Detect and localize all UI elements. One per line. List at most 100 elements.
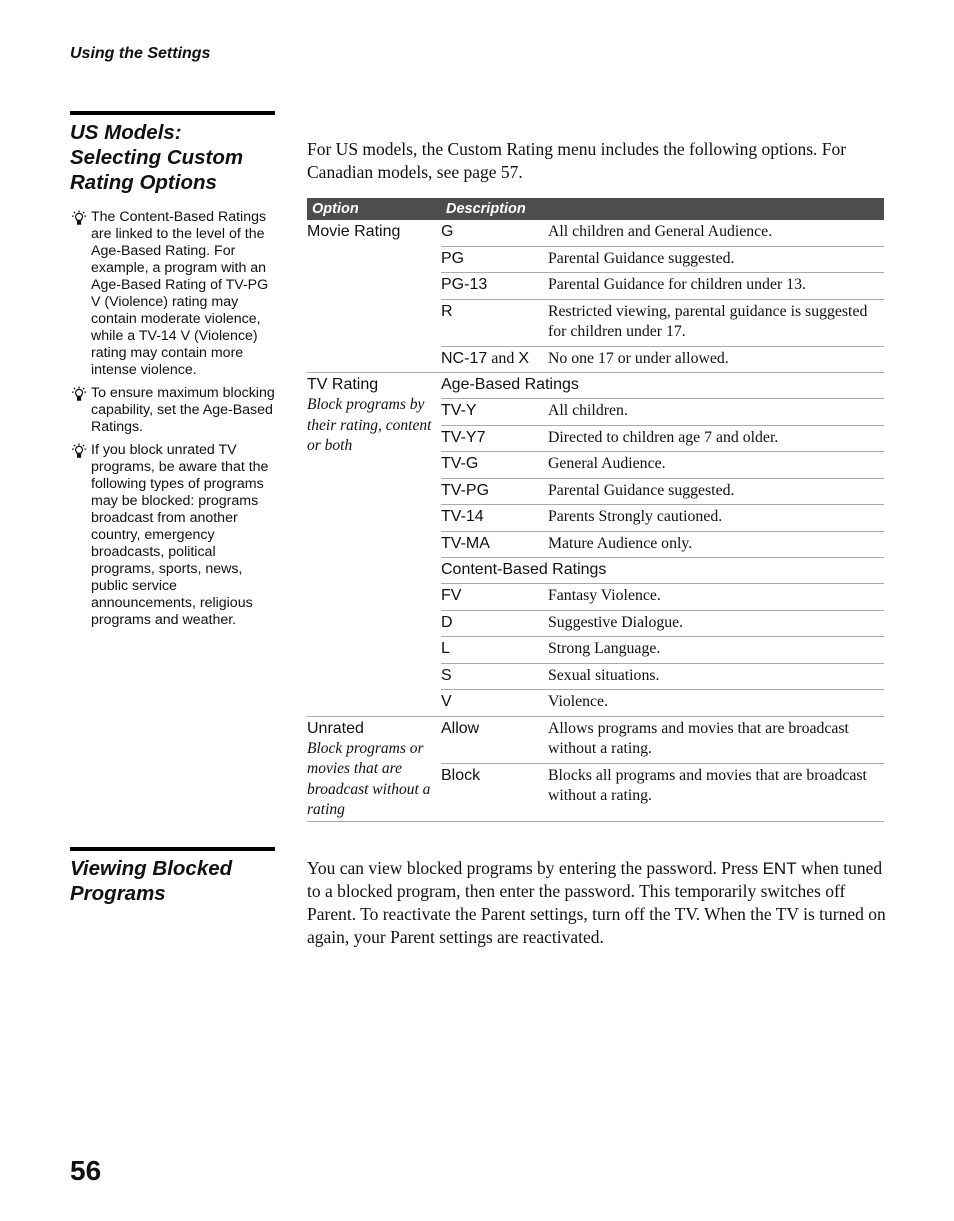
section-title-viewing-blocked: Viewing Blocked Programs [70,856,285,906]
table-row: PG-13 Parental Guidance for children unde… [441,272,884,299]
rating-code-text: TV-14 [441,508,484,525]
table-row: Age-Based Ratings [441,373,884,398]
rating-subheading: Content-Based Ratings [441,561,607,578]
table-row: TV-G General Audience. [441,451,884,478]
viewing-blocked-paragraph: You can view blocked programs by enterin… [307,857,887,949]
rating-code-text: S [441,666,452,684]
rating-code-text: G [441,223,454,240]
title-line: Viewing Blocked [70,857,233,880]
rating-description: Suggestive Dialogue. [548,613,684,631]
rating-subheading: Age-Based Ratings [441,376,579,393]
rating-code-text: D [441,613,453,631]
option-cell: Movie Rating [307,220,441,372]
section-title-custom-rating: US Models: Selecting Custom Rating Optio… [70,120,285,195]
table-row: FV Fantasy Violence. [441,583,884,610]
table-row: D Suggestive Dialogue. [441,609,884,637]
section-rule [70,847,275,851]
rating-code: S [441,664,548,690]
rating-code: TV-PG [441,479,548,505]
rating-description: Blocks all programs and movies that are … [548,766,867,805]
option-note: Block programs by their rating, content … [307,396,432,454]
table-row: NC-17 and X No one 17 or under allowed. [441,345,884,373]
description-cell: Allow Allows programs and movies that are… [441,717,884,821]
option-cell: Unrated Block programs or movies that are… [307,717,441,821]
tips-list: The Content-Based Ratings are linked to … [70,209,280,635]
table-body: Movie Rating G All children and General Au… [307,220,884,822]
table-row: TV-Y7 Directed to children age 7 and olde… [441,424,884,452]
tip-text: If you block unrated TV programs, be awa… [91,442,269,628]
table-row: PG Parental Guidance suggested. [441,245,884,273]
rating-description: Allows programs and movies that are broa… [548,719,849,758]
rating-description: All children. [548,402,628,419]
rating-code: PG [441,247,548,273]
rating-description: Parental Guidance suggested. [548,249,735,267]
rating-code: L [441,637,548,663]
table-row: Content-Based Ratings [441,557,884,583]
table-row: TV-MA Mature Audience only. [441,530,884,558]
rating-code: D [441,611,548,637]
table-row: S Sexual situations. [441,662,884,690]
rating-code: G [441,220,548,246]
rating-description: Strong Language. [548,640,661,657]
rating-description: Fantasy Violence. [548,587,661,604]
table-group: Movie Rating G All children and General Au… [307,220,884,373]
rating-code-text: PG [441,249,465,267]
rating-code: FV [441,584,548,610]
tip-item: The Content-Based Ratings are linked to … [70,209,280,379]
rating-code-conjunction: and [487,349,519,367]
title-line: US Models: [70,121,182,144]
section-rule [70,111,275,115]
rating-code-text: L [441,640,450,657]
lightbulb-icon [70,210,91,227]
option-name: Movie Rating [307,223,401,240]
rating-code: PG-13 [441,273,548,299]
rating-description: No one 17 or under allowed. [548,349,729,367]
table-header: Option Description [307,198,884,220]
table-row: R Restricted viewing, parental guidance i… [441,298,884,346]
table-row: G All children and General Audience. [441,220,884,246]
rating-code: TV-MA [441,532,548,558]
rating-description: Restricted viewing, parental guidance is… [548,302,868,341]
text-segment: You can view blocked programs by enterin… [307,858,763,878]
rating-code-text: NC-17 [441,349,488,367]
table-row: TV-PG Parental Guidance suggested. [441,477,884,505]
tip-item: To ensure maximum blocking capability, s… [70,385,280,436]
table-row: TV-Y All children. [441,398,884,425]
rating-code-text: TV-Y7 [441,428,486,446]
title-line: Rating Options [70,171,217,194]
intro-paragraph: For US models, the Custom Rating menu in… [307,139,847,182]
lightbulb-icon [70,386,91,403]
table-group: TV Rating Block programs by their rating,… [307,373,884,717]
rating-code-text: V [441,693,452,710]
rating-code-text: X [518,349,530,367]
tip-text: To ensure maximum blocking capability, s… [91,385,275,435]
option-note: Block programs or movies that are broadc… [307,739,431,819]
table-row: Allow Allows programs and movies that are… [441,717,884,763]
rating-code-text: FV [441,587,462,604]
rating-code-text: Block [441,766,481,784]
header-option: Option [312,201,359,217]
rating-code-text: R [441,302,453,320]
table-group: Unrated Block programs or movies that are… [307,717,884,822]
custom-rating-table: Option Description Movie Rating G All chil… [307,198,884,822]
rating-code: TV-Y7 [441,426,548,452]
rating-code-text: Allow [441,719,480,737]
rating-description: Violence. [548,693,609,710]
rating-description: Sexual situations. [548,666,660,684]
table-row: TV-14 Parents Strongly cautioned. [441,504,884,531]
rating-code: R [441,300,548,346]
rating-code-text: TV-G [441,455,479,472]
rating-code: TV-14 [441,505,548,531]
rating-description: All children and General Audience. [548,223,773,240]
table-row: V Violence. [441,689,884,716]
running-head: Using the Settings [70,45,211,62]
rating-code-text: TV-MA [441,534,490,552]
title-line: Selecting Custom [70,146,244,169]
description-cell: G All children and General Audience. PG Par… [441,220,884,372]
rating-code-text: PG-13 [441,276,488,293]
tip-item: If you block unrated TV programs, be awa… [70,442,280,629]
table-row: Block Blocks all programs and movies that… [441,762,884,810]
option-cell: TV Rating Block programs by their rating,… [307,373,441,716]
ent-button-label: ENT [762,859,797,878]
rating-code-text: TV-PG [441,481,490,499]
